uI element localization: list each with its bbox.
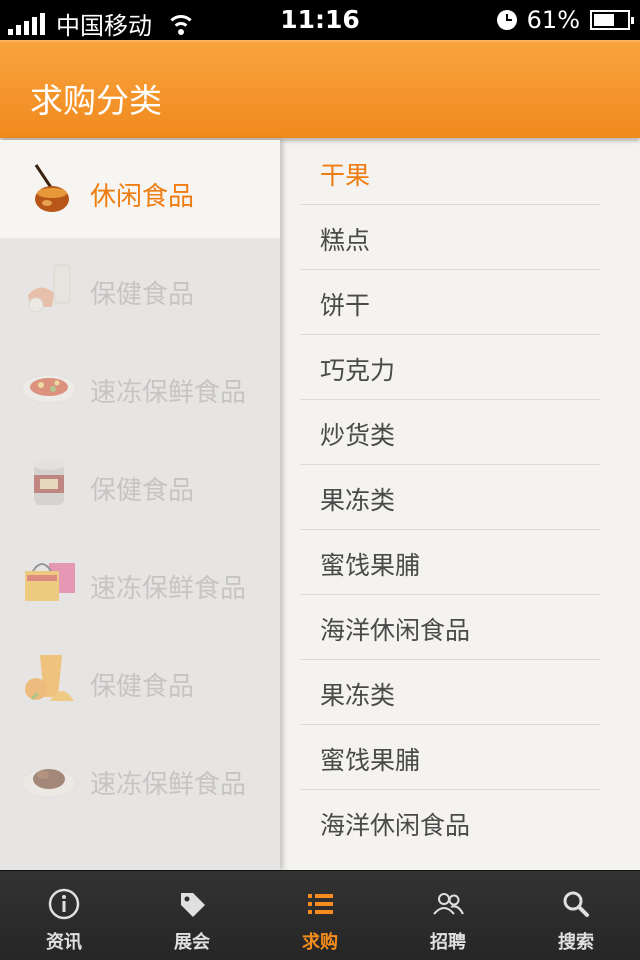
honey-jar-icon (34, 164, 69, 212)
category-list: 休闲食品 保健食品 速冻保鲜食品 保健食品 速冻保鲜食品 保健食品 速冻保鲜食品 (0, 140, 280, 870)
tab-exhibition[interactable]: 展会 (128, 871, 256, 960)
tag-icon (181, 893, 205, 917)
category-item[interactable]: 休闲食品 (0, 140, 280, 238)
subcategory-label: 海洋休闲食品 (320, 616, 471, 645)
subcategory-item[interactable]: 蜜饯果脯 (300, 725, 600, 790)
tab-label: 资讯 (46, 932, 82, 953)
subcategory-item[interactable]: 果冻类 (300, 465, 600, 530)
subcategory-item[interactable]: 巧克力 (300, 335, 600, 400)
page-title: 求购分类 (30, 81, 162, 120)
tab-purchase[interactable]: 求购 (256, 871, 384, 960)
category-label: 保健食品 (90, 280, 195, 310)
category-label: 速冻保鲜食品 (90, 770, 247, 800)
status-bar: 中国移动 11:16 61% (0, 0, 640, 40)
battery-icon (590, 10, 634, 30)
canned-food-icon (34, 460, 64, 505)
subcategory-label: 蜜饯果脯 (320, 746, 421, 775)
category-label: 保健食品 (90, 476, 195, 506)
category-item[interactable]: 保健食品 (0, 238, 280, 336)
category-item[interactable]: 保健食品 (0, 434, 280, 532)
dairy-products-icon (28, 264, 71, 313)
tab-label: 求购 (302, 932, 338, 953)
subcategory-item[interactable]: 海洋休闲食品 (300, 790, 600, 855)
subcategory-label: 干果 (320, 161, 371, 190)
subcategory-label: 果冻类 (320, 681, 396, 710)
subcategory-label: 果冻类 (320, 486, 396, 515)
subcategory-label: 饼干 (320, 291, 371, 320)
nav-header: 求购分类 (0, 40, 640, 138)
tab-label: 招聘 (430, 932, 466, 953)
tab-search[interactable]: 搜索 (512, 871, 640, 960)
subcategory-label: 蜜饯果脯 (320, 551, 421, 580)
subcategory-label: 炒货类 (320, 421, 396, 450)
tab-news[interactable]: 资讯 (0, 871, 128, 960)
tab-label: 展会 (174, 932, 210, 953)
people-icon (433, 893, 464, 915)
clock-icon (496, 10, 517, 30)
category-label: 休闲食品 (90, 182, 195, 212)
info-icon (48, 888, 80, 920)
category-label: 速冻保鲜食品 (90, 378, 247, 408)
tab-bar: 资讯 展会 求购 招聘 搜索 (0, 870, 640, 960)
search-icon (563, 891, 589, 917)
subcategory-label: 糕点 (320, 226, 371, 255)
subcategory-item[interactable]: 饼干 (300, 270, 600, 335)
orange-juice-icon (25, 655, 74, 701)
subcategory-label: 海洋休闲食品 (320, 811, 471, 840)
subcategory-item[interactable]: 海洋休闲食品 (300, 595, 600, 660)
tab-jobs[interactable]: 招聘 (384, 871, 512, 960)
category-item[interactable]: 保健食品 (0, 630, 280, 728)
battery-percent: 61% (526, 6, 580, 34)
tab-label: 搜索 (558, 932, 594, 953)
category-label: 速冻保鲜食品 (90, 574, 247, 604)
category-label: 保健食品 (90, 672, 195, 702)
list-icon (308, 894, 333, 914)
category-item[interactable]: 速冻保鲜食品 (0, 336, 280, 434)
subcategory-label: 巧克力 (320, 356, 396, 385)
braised-meat-icon (21, 768, 77, 798)
gift-box-icon (25, 563, 75, 601)
subcategory-item[interactable]: 蜜饯果脯 (300, 530, 600, 595)
category-item[interactable]: 速冻保鲜食品 (0, 728, 280, 826)
category-item[interactable]: 速冻保鲜食品 (0, 532, 280, 630)
subcategory-item[interactable]: 炒货类 (300, 400, 600, 465)
subcategory-item[interactable]: 果冻类 (300, 660, 600, 725)
subcategory-item[interactable]: 糕点 (300, 205, 600, 270)
stir-fry-plate-icon (21, 374, 77, 404)
subcategory-item[interactable]: 干果 (300, 140, 600, 205)
